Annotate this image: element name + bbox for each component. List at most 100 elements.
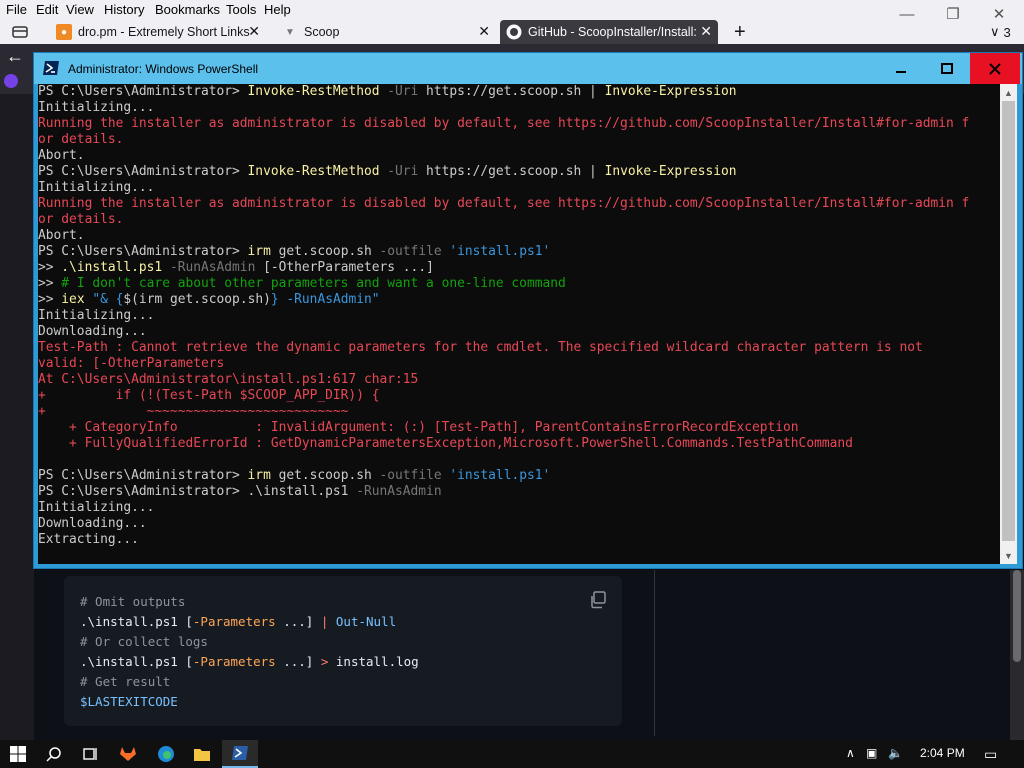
chevron-up-icon[interactable]: ∧ <box>846 746 855 760</box>
console-line: or details. <box>38 212 1000 228</box>
code-token: ...] <box>275 614 321 629</box>
console-line: Running the installer as administrator i… <box>38 196 1000 212</box>
menu-bookmarks[interactable]: Bookmarks <box>155 2 220 17</box>
console-text: get.scoop.sh <box>270 468 372 483</box>
console-text: Invoke-Expression <box>604 164 737 179</box>
code-line: # Omit outputs <box>80 592 606 612</box>
taskbar: ∧ ▣ 🔈 2:04 PM ▭ <box>0 740 1024 768</box>
tab-dro-pm[interactable]: ● dro.pm - Extremely Short Links ✕ <box>50 20 266 44</box>
volume-muted-icon[interactable]: 🔈 <box>888 746 903 760</box>
code-token: -Parameters <box>192 654 276 669</box>
close-button[interactable] <box>970 53 1020 84</box>
scroll-up-arrow-icon[interactable]: ▲ <box>1000 84 1017 101</box>
back-arrow-icon[interactable]: ← <box>6 46 24 67</box>
file-explorer-icon <box>194 749 210 761</box>
console-text: $(irm get.scoop.sh) <box>123 292 271 307</box>
menu-tools[interactable]: Tools <box>226 2 256 17</box>
tab-scoop[interactable]: ▼ Scoop ✕ <box>276 20 496 44</box>
code-token: # Get result <box>80 674 171 689</box>
taskbar-gitlab[interactable] <box>110 740 146 768</box>
gitlab-icon <box>120 747 136 761</box>
console-text: -outfile <box>371 244 442 259</box>
menu-edit[interactable]: Edit <box>36 2 58 17</box>
tab-github-install[interactable]: GitHub - ScoopInstaller/Install: ✕ <box>500 20 718 44</box>
console-text: Running the installer as administrator i… <box>38 116 970 131</box>
console-text: Invoke-RestMethod <box>247 164 380 179</box>
code-token: -Parameters <box>192 614 276 629</box>
console-line: >> .\install.ps1 -RunAsAdmin [-OtherPara… <box>38 260 1000 276</box>
minimize-button[interactable] <box>878 53 924 84</box>
code-token: ...] <box>275 654 321 669</box>
scroll-down-arrow-icon[interactable]: ▼ <box>1000 547 1017 564</box>
tab-label: dro.pm - Extremely Short Links <box>78 25 250 39</box>
close-tab-icon[interactable]: ✕ <box>700 23 712 40</box>
maximize-icon <box>941 62 953 74</box>
network-icon[interactable]: ▣ <box>866 746 877 760</box>
console-line: + if (!(Test-Path $SCOOP_APP_DIR)) { <box>38 388 1000 404</box>
task-view-button[interactable] <box>72 740 108 768</box>
console-text: get.scoop.sh <box>270 244 372 259</box>
console-text: 'install.ps1' <box>441 244 551 259</box>
tab-label: Scoop <box>304 25 340 39</box>
close-tab-icon[interactable]: ✕ <box>478 23 490 40</box>
search-button[interactable] <box>36 740 72 768</box>
powershell-window: Administrator: Windows PowerShell PS C:\… <box>33 52 1023 569</box>
menu-help[interactable]: Help <box>264 2 291 17</box>
console-scrollbar[interactable]: ▲ ▼ <box>1000 84 1017 564</box>
taskbar-powershell[interactable] <box>222 740 258 768</box>
console-scrollbar-thumb[interactable] <box>1002 101 1015 541</box>
notification-icon[interactable]: ▭ <box>984 746 997 763</box>
console-text: Test-Path : Cannot retrieve the dynamic … <box>38 340 923 355</box>
menu-view[interactable]: View <box>66 2 94 17</box>
taskbar-file-explorer[interactable] <box>184 740 220 768</box>
powershell-title: Administrator: Windows PowerShell <box>68 62 259 76</box>
console-text: irm <box>247 244 271 259</box>
menu-bar: File Edit View History Bookmarks Tools H… <box>0 0 1024 23</box>
scoop-favicon: ▼ <box>285 26 295 38</box>
page-column-divider <box>654 570 655 736</box>
profile-icon[interactable] <box>4 74 18 88</box>
console-text: + ~~~~~~~~~~~~~~~~~~~~~~~~~~ <box>38 404 349 419</box>
console-line: PS C:\Users\Administrator> irm get.scoop… <box>38 244 1000 260</box>
console-line: Downloading... <box>38 324 1000 340</box>
powershell-titlebar[interactable]: Administrator: Windows PowerShell <box>34 53 1022 84</box>
console-text: Abort. <box>38 228 85 243</box>
console-text: PS C:\Users\Administrator> <box>38 468 248 483</box>
maximize-button[interactable] <box>924 53 970 84</box>
console-output[interactable]: PS C:\Users\Administrator> Invoke-RestMe… <box>38 84 1000 564</box>
code-line: $LASTEXITCODE <box>80 692 606 712</box>
console-text: iex <box>61 292 85 307</box>
copy-icon[interactable] <box>588 590 608 610</box>
github-favicon <box>506 24 522 40</box>
console-text: Initializing... <box>38 180 155 195</box>
taskbar-edge[interactable] <box>148 740 184 768</box>
new-tab-button[interactable]: + <box>728 20 758 44</box>
console-line: Abort. <box>38 148 1000 164</box>
code-token: .\install.ps1 [ <box>80 614 193 629</box>
start-button[interactable] <box>0 740 36 768</box>
console-text: # I don't care about other parameters an… <box>61 276 566 291</box>
code-token: # Or collect logs <box>80 634 208 649</box>
menu-file[interactable]: File <box>6 2 27 17</box>
console-text: Invoke-RestMethod <box>247 84 380 99</box>
console-text: .\install.ps1 <box>247 484 349 499</box>
page-scrollbar-thumb[interactable] <box>1013 570 1021 662</box>
code-line: # Get result <box>80 672 606 692</box>
console-line: >> iex "& {$(irm get.scoop.sh)} -RunAsAd… <box>38 292 1000 308</box>
clock[interactable]: 2:04 PM <box>920 746 965 760</box>
page-scrollbar[interactable] <box>1010 570 1024 740</box>
console-line: At C:\Users\Administrator\install.ps1:61… <box>38 372 1000 388</box>
console-text: Initializing... <box>38 100 155 115</box>
menu-history[interactable]: History <box>104 2 144 17</box>
console-text: "& { <box>84 292 124 307</box>
tab-list-button[interactable] <box>6 20 50 44</box>
powershell-icon <box>232 746 248 760</box>
tab-count[interactable]: ∨ 3 <box>984 20 1024 44</box>
console-line: Initializing... <box>38 180 1000 196</box>
console-text: .\install.ps1 <box>61 260 163 275</box>
console-line: + ~~~~~~~~~~~~~~~~~~~~~~~~~~ <box>38 404 1000 420</box>
tab-count-value: 3 <box>1003 24 1011 40</box>
code-line: .\install.ps1 [-Parameters ...] | Out-Nu… <box>80 612 606 632</box>
close-tab-icon[interactable]: ✕ <box>248 23 260 40</box>
console-line: Initializing... <box>38 308 1000 324</box>
